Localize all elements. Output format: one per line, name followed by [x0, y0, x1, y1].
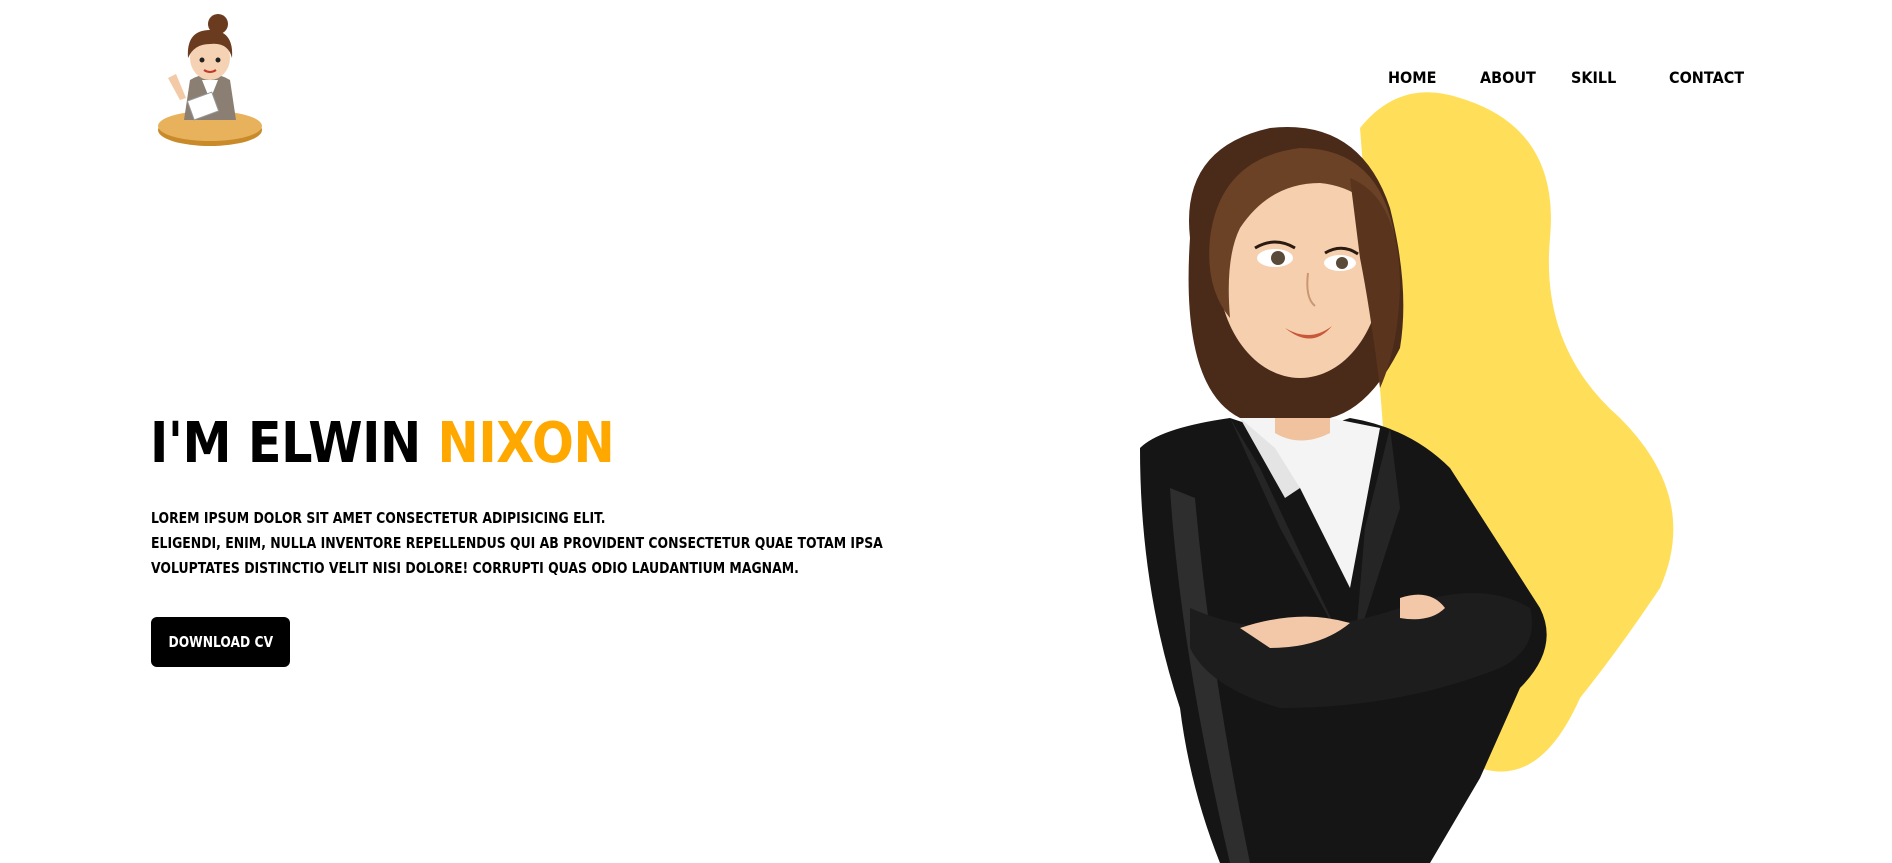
hero-line-2: ELIGENDI, ENIM, NULLA INVENTORE REPELLEN… [151, 534, 883, 552]
nav-skill-link[interactable]: SKILL [1571, 66, 1616, 90]
hero-title-prefix: I'M ELWIN [150, 411, 421, 476]
hero-line-1: LOREM IPSUM DOLOR SIT AMET CONSECTETUR A… [151, 509, 606, 527]
hero-description: LOREM IPSUM DOLOR SIT AMET CONSECTETUR A… [151, 506, 883, 581]
download-cv-label: DOWNLOAD CV [168, 633, 273, 651]
hero-title-accent: NIXON [437, 411, 615, 476]
main-nav: HOME ABOUT SKILL CONTACT [1388, 66, 1892, 90]
logo-icon[interactable] [150, 8, 270, 153]
businesswoman-illustration [1100, 88, 1720, 863]
nav-home-link[interactable]: HOME [1388, 66, 1436, 90]
download-cv-button[interactable]: DOWNLOAD CV [151, 617, 290, 667]
nav-about-link[interactable]: ABOUT [1480, 66, 1536, 90]
hero-title: I'M ELWIN NIXON [150, 408, 615, 480]
hero-line-3: VOLUPTATES DISTINCTIO VELIT NISI DOLORE!… [151, 559, 799, 577]
nav-contact-link[interactable]: CONTACT [1669, 66, 1744, 90]
